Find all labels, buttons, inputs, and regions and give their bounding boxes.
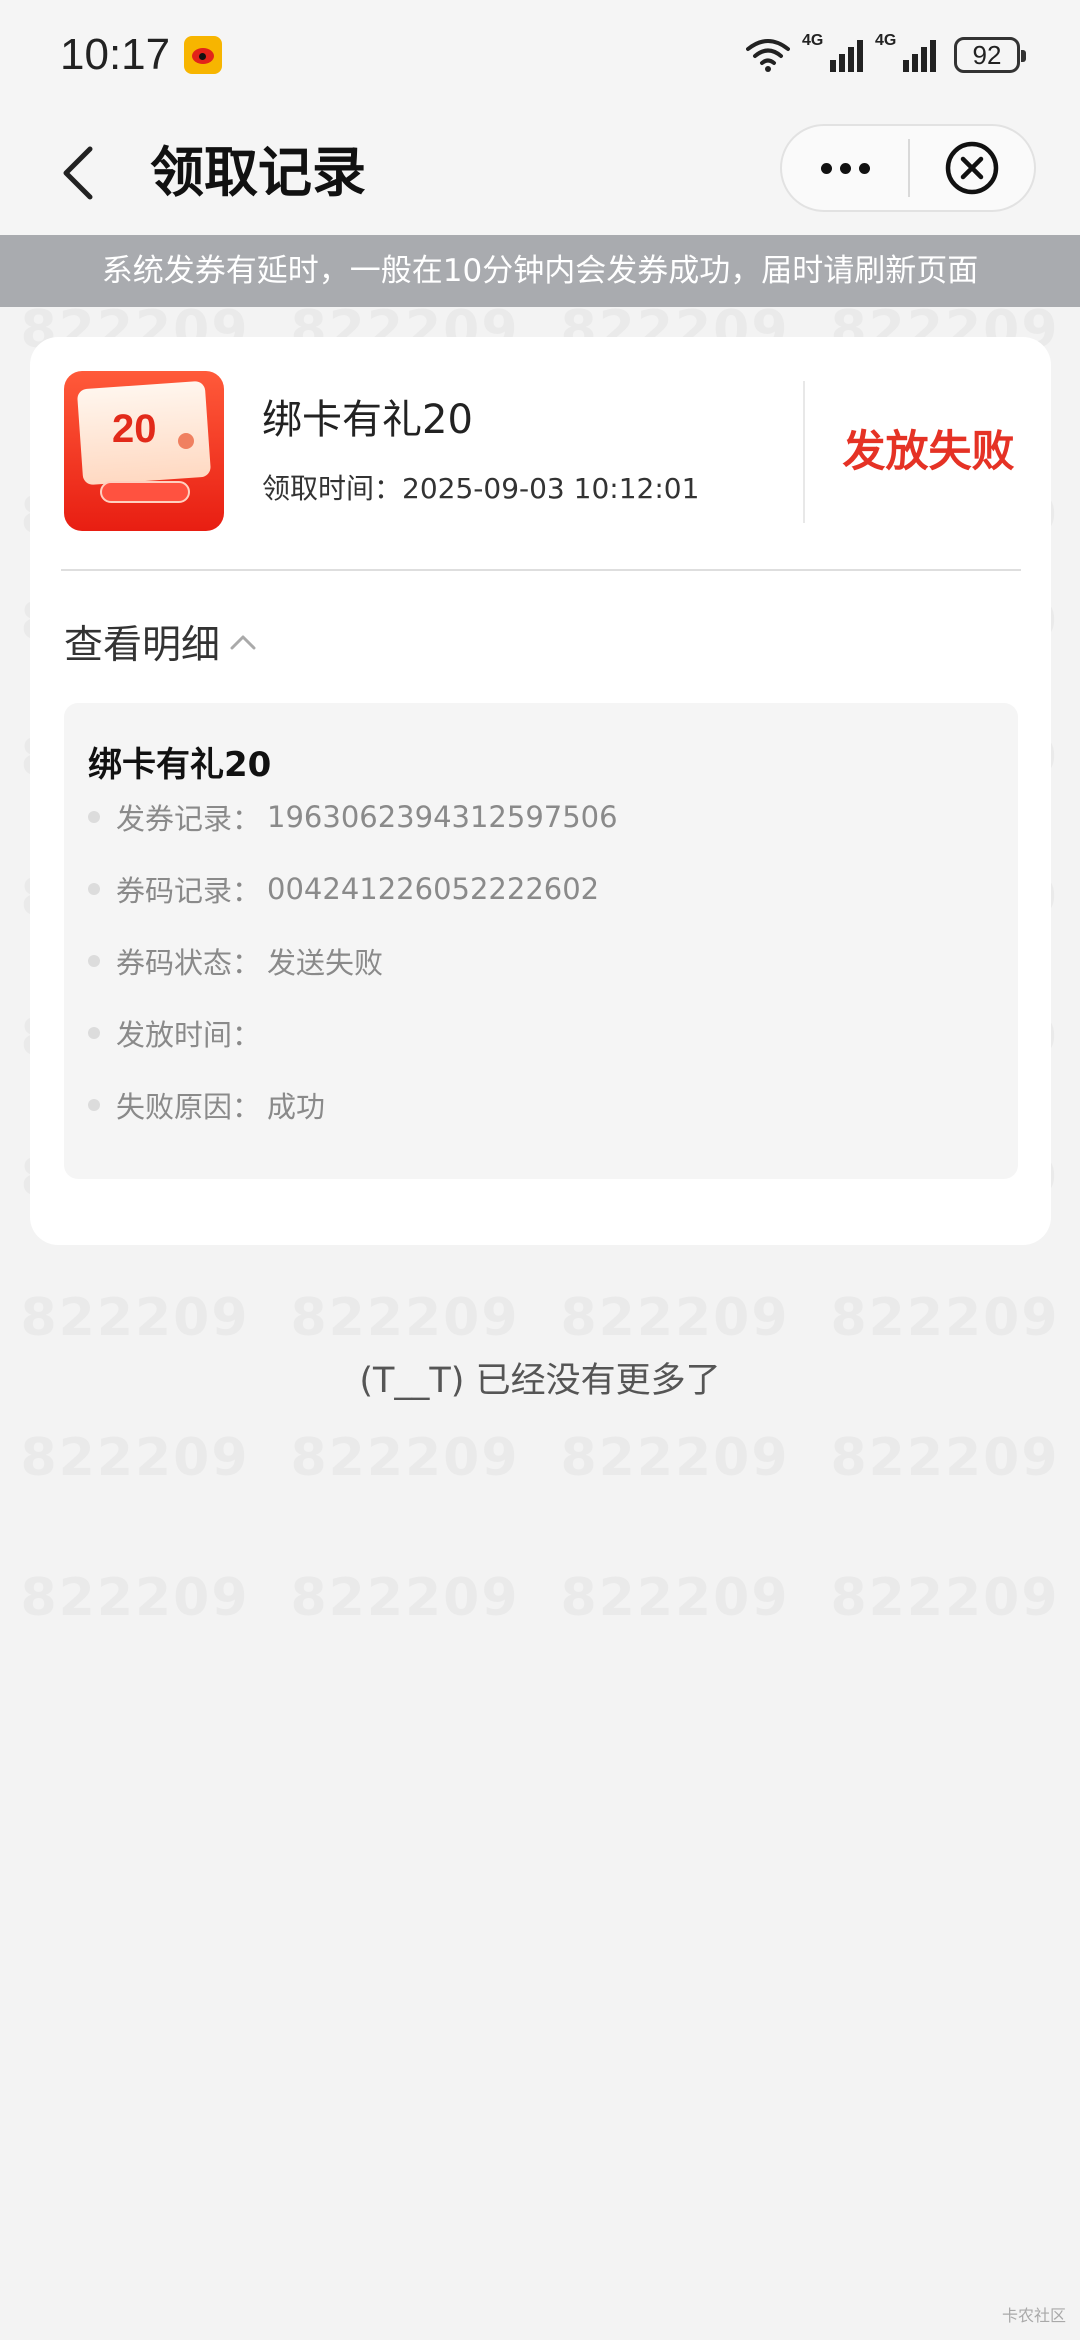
- detail-row-issue-time: 发放时间：: [88, 1011, 267, 1055]
- corner-watermark: 卡农社区: [1001, 2306, 1066, 2325]
- battery-icon: 92: [954, 37, 1026, 73]
- page-title: 领取记录: [150, 141, 366, 204]
- detail-label: 发放时间：: [116, 1018, 262, 1052]
- detail-row-fail-reason: 失败原因： 成功: [88, 1083, 325, 1127]
- coupon-amount: 20: [112, 407, 157, 451]
- detail-value: 004241226052222602: [267, 872, 600, 906]
- bullet-dot: [88, 811, 100, 823]
- status-icons: 4G 4G 92: [746, 32, 1026, 73]
- detail-label: 券码状态：: [116, 946, 262, 980]
- notice-bar: 系统发券有延时，一般在10分钟内会发券成功，届时请刷新页面: [0, 235, 1080, 307]
- status-bar: 10:17 4G 4G 92: [0, 0, 1080, 110]
- coupon-name: 绑卡有礼20: [262, 397, 473, 443]
- no-more-text: (T__T) 已经没有更多了: [359, 1361, 721, 1401]
- chevron-up-icon: [230, 635, 256, 650]
- more-button[interactable]: [782, 126, 908, 210]
- detail-value: 成功: [267, 1090, 326, 1124]
- weibo-notification-icon: [184, 36, 223, 74]
- record-card: 20 绑卡有礼20 领取时间：2025-09-03 10:12:01 发放失败 …: [30, 337, 1051, 1245]
- mini-program-capsule: [780, 124, 1036, 212]
- signal-label: 4G: [802, 32, 824, 49]
- signal-icon: 4G: [802, 32, 863, 72]
- signal-label: 4G: [875, 32, 897, 49]
- status-time: 10:17: [60, 30, 171, 79]
- coupon-pill: [100, 481, 190, 503]
- claim-time-label: 领取时间：: [262, 472, 403, 505]
- detail-row-code-record: 券码记录： 004241226052222602: [88, 867, 599, 911]
- more-dots-icon: [839, 162, 851, 174]
- detail-title: 绑卡有礼20: [88, 745, 272, 785]
- vertical-divider: [803, 381, 805, 523]
- detail-label: 失败原因：: [116, 1090, 262, 1124]
- back-button[interactable]: [40, 135, 115, 210]
- signal-icon: 4G: [875, 32, 936, 72]
- bullet-dot: [88, 1027, 100, 1039]
- detail-label: 发券记录：: [116, 802, 262, 836]
- bullet-dot: [88, 883, 100, 895]
- detail-row-issue-record: 发券记录： 1963062394312597506: [88, 795, 618, 839]
- detail-value: 1963062394312597506: [267, 800, 618, 834]
- detail-panel: 绑卡有礼20 发券记录： 1963062394312597506 券码记录： 0…: [64, 703, 1018, 1179]
- detail-value: 发送失败: [267, 946, 384, 980]
- more-dots-icon: [820, 162, 832, 174]
- status-badge: 发放失败: [842, 427, 1015, 477]
- detail-row-code-status: 券码状态： 发送失败: [88, 939, 383, 983]
- watermark-row: 822209822209822209822209: [0, 1568, 1080, 1648]
- wifi-icon: [746, 39, 790, 72]
- nav-bar: 领取记录: [0, 110, 1080, 235]
- battery-level: 92: [972, 39, 1002, 70]
- coupon-red-envelope-image: 20: [64, 371, 224, 531]
- close-circle-icon: [945, 141, 999, 195]
- chevron-left-icon: [63, 146, 92, 199]
- claim-time-value: 2025-09-03 10:12:01: [402, 472, 700, 505]
- close-button[interactable]: [910, 126, 1034, 210]
- watermark-row: 822209822209822209822209: [0, 1428, 1080, 1508]
- more-dots-icon: [858, 162, 870, 174]
- detail-label: 券码记录：: [116, 874, 262, 908]
- detail-toggle[interactable]: 查看明细: [64, 617, 256, 668]
- detail-toggle-label: 查看明细: [64, 623, 221, 668]
- bullet-dot: [88, 955, 100, 967]
- coupon-unit-icon: [178, 433, 194, 449]
- bullet-dot: [88, 1099, 100, 1111]
- horizontal-divider: [61, 569, 1021, 571]
- claim-time: 领取时间：2025-09-03 10:12:01: [262, 467, 699, 507]
